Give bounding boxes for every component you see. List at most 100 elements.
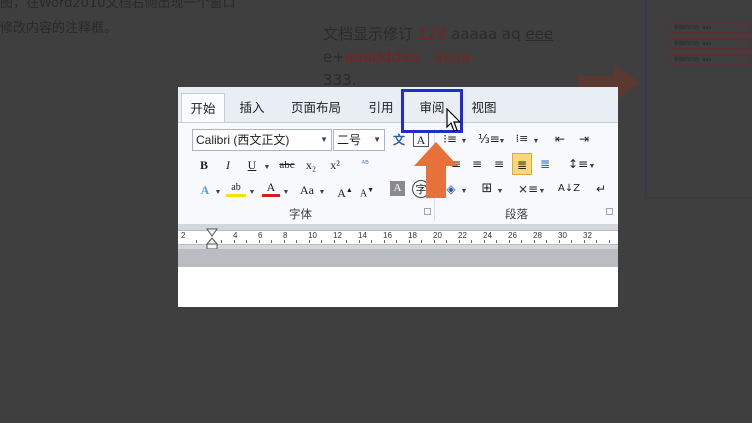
bg-instruction-line2: 修改内容的注释框。	[0, 21, 118, 36]
numbering-icon[interactable]: ⅓≡	[478, 129, 500, 149]
phonetic-guide-icon[interactable]: 文	[389, 130, 409, 150]
shading-dropdown-icon[interactable]: ▼	[460, 179, 468, 199]
ruler-number: 22	[458, 231, 467, 240]
ruler-number: 16	[383, 231, 392, 240]
ruler-tick	[483, 240, 485, 243]
highlight-dropdown-icon[interactable]: ▼	[248, 180, 256, 200]
ruler-tick	[533, 240, 535, 243]
font-size-value: 二号	[337, 133, 362, 147]
strikethrough-icon[interactable]: abc	[276, 155, 298, 175]
demo-line-1: 文档显示修订 123 aaaaa aq eee	[323, 25, 554, 43]
font-color-icon[interactable]: A	[262, 177, 280, 197]
ruler-tick	[221, 240, 222, 243]
borders-dropdown-icon[interactable]: ▼	[496, 179, 504, 199]
ruler-tick	[358, 240, 360, 243]
ruler-tick	[371, 240, 372, 243]
grow-font-icon[interactable]: A▲	[336, 180, 354, 200]
ruler-tick	[246, 240, 247, 243]
ruler-number: 30	[558, 231, 567, 240]
ruler-tick	[233, 240, 235, 243]
ruler-tick	[258, 240, 260, 243]
document-gutter	[178, 249, 618, 267]
tab-home[interactable]: 开始	[181, 93, 225, 122]
paragraph-group-label: 段落	[505, 207, 528, 221]
ruler-number: 24	[483, 231, 492, 240]
demo-line-2: e+aaadddaa aaaa	[323, 48, 471, 66]
text-effects-dropdown-icon[interactable]: ▼	[214, 180, 222, 200]
ruler-number: 10	[308, 231, 317, 240]
show-marks-icon[interactable]: ↵	[594, 179, 608, 199]
ruler-number: 8	[283, 231, 288, 240]
font-name-select[interactable]: Calibri (西文正文) ▼	[192, 129, 332, 151]
bold-icon[interactable]: B	[196, 155, 212, 175]
ruler-tick	[571, 240, 572, 243]
font-name-value: Calibri (西文正文)	[196, 133, 290, 147]
sort-icon[interactable]: A↓Z	[558, 179, 580, 199]
numbering-dropdown-icon[interactable]: ▼	[498, 129, 506, 149]
increase-indent-icon[interactable]: ⇥	[574, 129, 594, 149]
ruler-tick	[421, 240, 422, 243]
ruler-tick	[458, 240, 460, 243]
tab-insert[interactable]: 插入	[230, 93, 274, 122]
comment-card: 删除的内容: aaa	[670, 54, 752, 65]
ribbon-home: Calibri (西文正文) ▼ 二号 ▼ 文 A B I U ▼ abc x₂ x…	[178, 122, 618, 224]
ruler-tick	[433, 240, 435, 243]
chinese-layout-icon[interactable]: ⨯≡	[518, 179, 538, 199]
font-size-select[interactable]: 二号 ▼	[333, 129, 385, 151]
font-color-dropdown-icon[interactable]: ▼	[282, 180, 290, 200]
tab-view[interactable]: 视图	[462, 93, 506, 122]
subscript-icon[interactable]: x₂	[302, 155, 320, 175]
ruler-tick	[271, 240, 272, 243]
line-spacing-icon[interactable]: ↕≡	[568, 154, 588, 174]
multilevel-list-dropdown-icon[interactable]: ▼	[532, 129, 540, 149]
paragraph-dialog-launcher-icon[interactable]	[606, 208, 613, 215]
ruler-tick	[321, 240, 322, 243]
document-page[interactable]	[178, 267, 618, 307]
text-effects-icon[interactable]: A	[196, 180, 214, 200]
tab-references[interactable]: 引用	[361, 93, 401, 122]
superscript-icon[interactable]: x²	[326, 155, 344, 175]
horizontal-ruler[interactable]: 22468101214161820222426283032	[178, 230, 618, 245]
ruler-number: 6	[258, 231, 263, 240]
ruler-number: 4	[233, 231, 238, 240]
change-case-icon[interactable]: Aa	[296, 180, 318, 200]
line-spacing-dropdown-icon[interactable]: ▼	[588, 154, 596, 174]
justify-icon[interactable]: ≣	[512, 153, 532, 175]
ruler-tick	[283, 240, 285, 243]
decrease-indent-icon[interactable]: ⇤	[550, 129, 570, 149]
highlight-color-icon[interactable]: ab	[226, 178, 246, 198]
ruler-tick	[608, 240, 610, 243]
ruler-tick	[408, 240, 410, 243]
distributed-icon[interactable]: ≣	[536, 154, 554, 174]
ruler-number: 14	[358, 231, 367, 240]
ruler-tick	[333, 240, 335, 243]
chinese-layout-dropdown-icon[interactable]: ▼	[538, 179, 546, 199]
underline-icon[interactable]: U	[244, 155, 260, 175]
change-case-dropdown-icon[interactable]: ▼	[318, 180, 326, 200]
borders-icon[interactable]: ⊞	[478, 179, 496, 199]
ruler-tick	[196, 240, 197, 243]
align-center-icon[interactable]: ≡	[469, 154, 485, 174]
indent-marker-icon[interactable]	[206, 228, 218, 250]
char-shading-icon[interactable]: A	[390, 181, 405, 196]
ruler-tick	[546, 240, 547, 243]
ruler-number: 20	[433, 231, 442, 240]
ruler-tick	[308, 240, 310, 243]
underline-dropdown-icon[interactable]: ▼	[262, 155, 272, 175]
tab-page-layout[interactable]: 页面布局	[281, 93, 351, 122]
ruler-tick	[596, 240, 597, 243]
shrink-font-icon[interactable]: A▼	[358, 180, 376, 200]
font-group-label: 字体	[289, 207, 312, 221]
ruler-tick	[558, 240, 560, 243]
align-right-icon[interactable]: ≡	[491, 154, 507, 174]
ribbon-tab-bar: 开始 插入 页面布局 引用 审阅 视图	[178, 87, 618, 122]
italic-icon[interactable]: I	[220, 155, 236, 175]
word-window: 开始 插入 页面布局 引用 审阅 视图 Calibri (西文正文) ▼ 二号 ▼ …	[178, 87, 618, 307]
font-dialog-launcher-icon[interactable]	[424, 208, 431, 215]
ruler-tick	[346, 240, 347, 243]
multilevel-list-icon[interactable]: ⁞≡	[512, 129, 532, 149]
ruler-tick	[471, 240, 472, 243]
clear-formatting-icon[interactable]: ᴬᴮ	[356, 153, 374, 173]
ruler-tick	[496, 240, 497, 243]
ruler-tick	[296, 240, 297, 243]
